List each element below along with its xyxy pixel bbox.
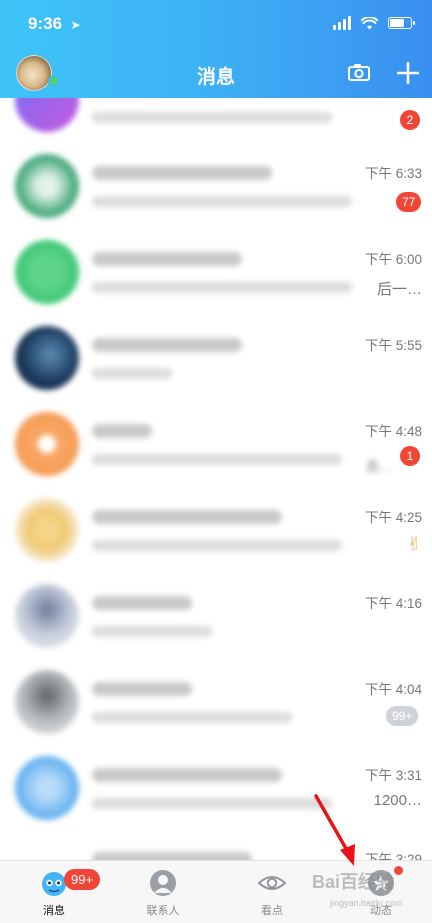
conversation-time: 下午 6:33 [364,166,422,181]
tab-contacts-label: 联系人 [146,905,180,917]
conversation-time: 下午 3:29 [364,852,422,860]
watermark-url: jingyan.baidu.com [330,898,403,908]
tab-watch-label: 看点 [261,905,283,917]
message-preview-tail: ✌ [406,534,422,554]
top-bar: 9:36 ➤ 消息 [0,0,432,98]
tab-watch[interactable]: 看点 [232,861,312,923]
conversation-time: 下午 4:48 [364,424,422,439]
conversation-list[interactable]: 2 下午 6:33 77 下午 6:00 后一… 下午 5:55 下午 4:48… [0,98,432,860]
conversation-time: 下午 4:04 [364,682,422,697]
unread-badge: 99+ [386,706,419,726]
message-preview-tail: 后一… [376,281,422,298]
status-time: 9:36 [28,14,63,33]
conversation-avatar [15,326,79,390]
conversation-row[interactable]: 下午 6:00 后一… [0,230,432,316]
conversation-avatar [15,154,79,218]
conversation-time: 下午 4:25 [364,510,422,525]
message-preview-tail: 态… [365,459,392,474]
conversation-avatar [15,670,79,734]
conversation-row[interactable]: 下午 6:33 77 [0,144,432,230]
contacts-icon [150,870,176,896]
conversation-row[interactable]: 下午 4:16 [0,574,432,660]
conversation-avatar [15,412,79,476]
conversation-time: 下午 4:16 [364,596,422,611]
wifi-icon [361,16,378,29]
conversation-avatar [15,756,79,820]
conversation-avatar [15,98,79,132]
conversation-row[interactable]: 下午 4:48 1 态… [0,402,432,488]
moments-new-dot [394,866,403,875]
signal-icon [333,16,351,30]
unread-badge: 1 [400,446,420,466]
tab-contacts[interactable]: 联系人 [123,861,203,923]
battery-icon [388,17,415,29]
tab-messages-label: 消息 [43,905,65,917]
conversation-row[interactable]: 下午 4:25 ✌ [0,488,432,574]
watermark-logo: Bai百经验 [312,872,395,892]
conversation-time: 下午 5:55 [364,338,422,353]
eye-icon [258,876,286,890]
conversation-row[interactable]: 下午 5:55 [0,316,432,402]
location-arrow-icon: ➤ [70,18,81,32]
status-bar: 9:36 ➤ [28,14,415,38]
conversation-row[interactable]: 下午 4:04 99+ [0,660,432,746]
conversation-row[interactable]: 2 [0,98,432,144]
conversation-avatar [15,584,79,648]
conversation-avatar [15,498,79,562]
camera-icon[interactable] [348,63,370,81]
unread-badge: 77 [396,192,422,212]
annotation-arrow [314,794,355,866]
conversation-avatar [15,240,79,304]
conversation-time: 下午 6:00 [364,252,422,267]
message-preview-tail: 1200… [373,792,422,809]
messages-tab-badge: 99+ [64,869,101,890]
unread-badge: 2 [400,110,420,130]
add-plus-icon[interactable] [397,62,419,84]
conversation-time: 下午 3:31 [364,768,422,783]
